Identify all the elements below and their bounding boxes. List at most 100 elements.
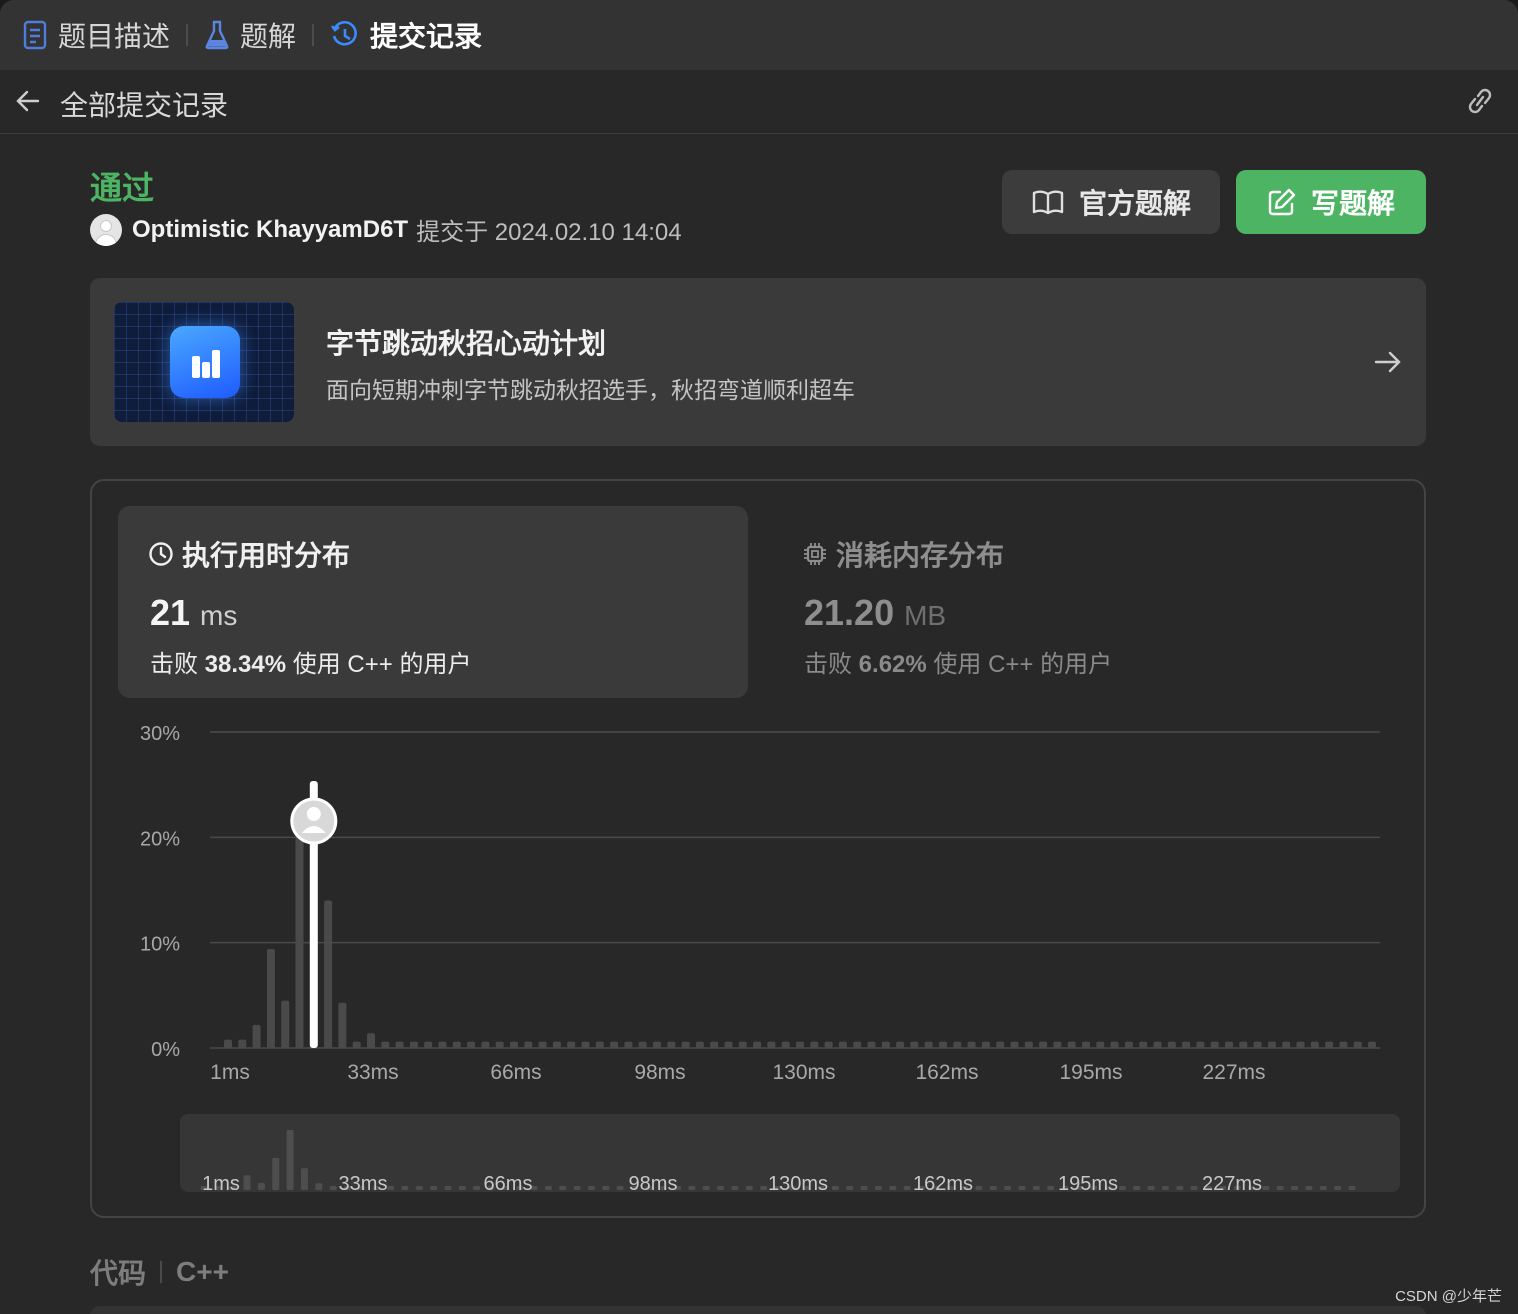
chart-bar [1368,1041,1376,1048]
app-window: 题目描述 题解 提交记录 全部提交记录 通过 Optimistic Khayya… [0,0,1518,1314]
submission-subheader: 全部提交记录 [0,70,1518,134]
history-icon [330,21,357,46]
runtime-beats: 击败 38.34% 使用 C++ 的用户 [150,644,471,679]
minimap-bar [329,1186,337,1190]
back-arrow-icon[interactable] [14,87,42,115]
document-icon [23,20,47,50]
minimap-bar [430,1186,438,1190]
minimap-bar [975,1186,983,1190]
chart-bar [1139,1041,1148,1048]
author-name[interactable]: Optimistic KhayyamD6T [132,216,408,244]
minimap-bar [458,1186,466,1190]
runtime-distribution-chart[interactable]: 30% 20% 10% 0% 1ms 33ms 66ms 98ms 130ms 162ms 195m… [92,701,1424,1081]
chart-bar [910,1041,919,1048]
chart-bar [695,1041,704,1048]
clock-icon [149,542,173,566]
minimap-bar [1004,1186,1012,1190]
performance-panel: 执行用时分布 21 ms 击败 38.34% 使用 C++ 的用户 消耗内存分布… [90,479,1426,1218]
chart-bar [1353,1041,1362,1048]
chart-bar [495,1041,504,1048]
x-tick-label: 66ms [490,1061,541,1081]
minimap-tick-label: 195ms [1058,1173,1118,1192]
book-icon [1032,190,1064,215]
minimap-tick-label: 98ms [629,1173,678,1192]
chart-bar [409,1041,418,1048]
memory-value-row: 21.20 MB [804,592,946,634]
tab-bar: 题目描述 题解 提交记录 [0,0,1518,70]
minimap-bar [760,1186,768,1190]
runtime-unit: ms [200,600,238,631]
chart-bar [395,1041,404,1048]
chart-bar [1053,1041,1062,1048]
chart-bar [252,1024,261,1048]
minimap-tick-label: 33ms [339,1173,388,1192]
chart-bar [1067,1041,1076,1048]
chart-bar [881,1041,890,1048]
chart-bar [1153,1041,1162,1048]
chart-bar [1210,1041,1219,1048]
user-marker [290,797,338,845]
tab-description[interactable]: 题目描述 [22,0,170,70]
minimap-bar [300,1168,308,1190]
chart-bar [1124,1041,1133,1048]
minimap-bar [1147,1186,1155,1190]
minimap-bar [989,1186,997,1190]
minimap-bar [257,1182,265,1190]
promo-banner[interactable]: 字节跳动秋招心动计划 面向短期冲刺字节跳动秋招选手，秋招弯道顺利超车 [90,278,1426,446]
chart-bar [595,1041,604,1048]
minimap-bar [831,1186,839,1190]
chart-bar [1167,1041,1176,1048]
chart-bar [1196,1041,1205,1048]
runtime-card[interactable]: 执行用时分布 21 ms 击败 38.34% 使用 C++ 的用户 [118,506,748,698]
official-solution-button[interactable]: 官方题解 [1002,170,1220,234]
minimap-bar [1319,1186,1327,1190]
minimap-bar [860,1186,868,1190]
minimap-bar [243,1175,251,1190]
x-tick-label: 195ms [1059,1061,1122,1081]
chart-bar [352,1041,361,1048]
link-icon[interactable] [1462,86,1498,116]
minimap-bar [1305,1186,1313,1190]
minimap-bar [616,1186,624,1190]
promo-subtitle: 面向短期冲刺字节跳动秋招选手，秋招弯道顺利超车 [326,377,855,403]
minimap-tick-label: 66ms [484,1173,533,1192]
all-submissions-title[interactable]: 全部提交记录 [60,84,228,124]
chip-icon [804,543,826,565]
chart-bar [667,1041,676,1048]
chart-bar [624,1041,633,1048]
tab-submissions[interactable]: 提交记录 [330,0,482,70]
minimap-tick-label: 227ms [1202,1173,1262,1192]
minimap-bar [473,1186,481,1190]
chart-bar [338,1002,347,1048]
chart-bar [824,1041,833,1048]
minimap-bar [544,1186,552,1190]
minimap-bar [1032,1186,1040,1190]
tab-solutions[interactable]: 题解 [204,0,296,70]
runtime-beats-suffix: 使用 C++ 的用户 [292,651,472,678]
write-solution-button[interactable]: 写题解 [1236,170,1426,234]
minimap-bar [387,1186,395,1190]
minimap-bar [1176,1186,1184,1190]
minimap-bar [1161,1186,1169,1190]
minimap-tick-label: 162ms [913,1173,973,1192]
minimap-bar [444,1186,452,1190]
promo-title: 字节跳动秋招心动计划 [326,328,607,359]
minimap-bar [846,1186,854,1190]
chart-bar [939,1041,947,1048]
avatar[interactable] [90,213,122,246]
y-tick-label: 0% [151,1039,180,1061]
memory-beats-suffix: 使用 C++ 的用户 [933,651,1113,678]
chart-bar [552,1041,561,1048]
chart-bar [1282,1041,1291,1048]
chart-range-slider[interactable]: 1ms 33ms 66ms 98ms 130ms 162ms 195ms 227ms [180,1114,1400,1192]
memory-card[interactable]: 消耗内存分布 21.20 MB 击败 6.62% 使用 C++ 的用户 [774,506,1404,698]
chart-bar [1310,1041,1319,1048]
tab-divider [186,24,189,46]
chart-bar [510,1041,518,1048]
chart-bar [224,1039,232,1048]
code-language: C++ [176,1256,229,1287]
code-label: 代码 [90,1258,147,1289]
tab-submissions-label: 提交记录 [370,21,483,52]
chart-bar [1253,1041,1262,1048]
chart-bar [567,1041,576,1048]
